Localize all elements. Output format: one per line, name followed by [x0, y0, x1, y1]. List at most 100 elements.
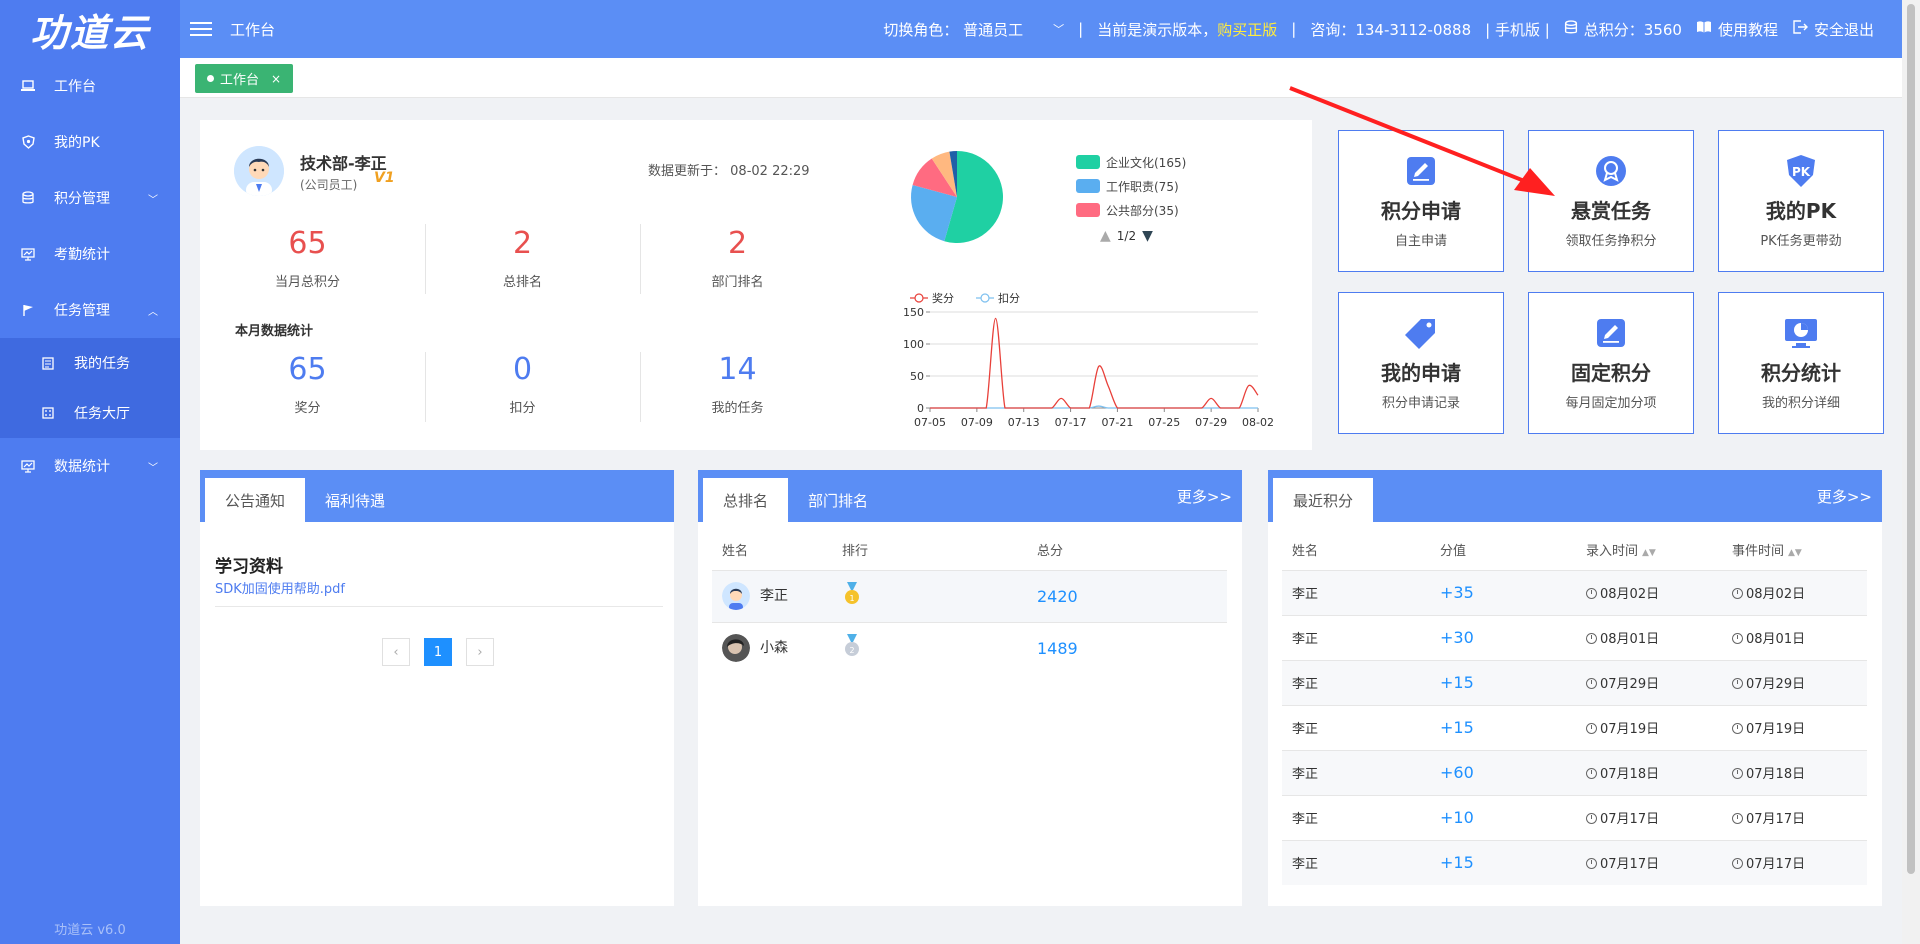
clock-icon	[1586, 858, 1597, 870]
scrollbar-thumb[interactable]	[1907, 4, 1915, 874]
update-label: 数据更新于：	[648, 164, 727, 179]
col-event-time-label: 事件时间	[1732, 544, 1785, 560]
table-row[interactable]: 李正 +15 07月29日 07月29日	[1282, 659, 1867, 705]
next-page-button[interactable]: ›	[466, 638, 494, 666]
event-date: 08月02日	[1746, 587, 1806, 602]
ranking-more-link[interactable]: 更多>>	[1177, 486, 1232, 507]
col-event-time[interactable]: 事件时间 ▲▼	[1722, 530, 1867, 570]
recent-name: 李正	[1282, 749, 1430, 795]
sidebar-item-task-hall[interactable]: 任务大厅	[0, 388, 180, 438]
svg-text:1: 1	[849, 594, 854, 603]
col-entry-time-label: 录入时间	[1586, 544, 1639, 560]
month-stats-label: 本月数据统计	[235, 324, 314, 339]
col-score: 总分	[1037, 544, 1064, 560]
legend-item[interactable]: 企业文化(165)	[1076, 150, 1186, 174]
quick-points-stats[interactable]: 积分统计 我的积分详细	[1718, 292, 1884, 434]
recent-table-body: 李正 +35 08月02日 08月02日 李正 +30 08月01日 08月01日 李正 +15 0…	[1282, 569, 1867, 885]
prev-page-button[interactable]: ‹	[382, 638, 410, 666]
stat-value: 2	[512, 226, 533, 261]
logout-text: 安全退出	[1813, 20, 1874, 39]
notice-title[interactable]: 学习资料	[215, 552, 283, 577]
demo-notice: 当前是演示版本，购买正版	[1097, 19, 1277, 40]
database-icon	[20, 190, 36, 206]
legend-page-number: 1/2	[1116, 229, 1137, 243]
sidebar-item-points[interactable]: 积分管理 ﹀	[0, 170, 180, 226]
hamburger-menu-icon[interactable]	[190, 18, 212, 40]
legend-next-icon[interactable]: ▼	[1142, 228, 1153, 244]
sidebar-item-label: 数据统计	[54, 459, 110, 475]
pie-chart[interactable]	[892, 132, 1022, 262]
sidebar-item-data-stats[interactable]: 数据统计 ﹀	[0, 438, 180, 494]
sidebar-item-label: 任务管理	[54, 303, 110, 319]
legend-prev-icon[interactable]: ▲	[1100, 228, 1111, 244]
sidebar-item-my-tasks[interactable]: 我的任务	[0, 338, 180, 388]
table-row[interactable]: 李正 +15 07月17日 07月17日	[1282, 839, 1867, 885]
table-row[interactable]: 李正 +10 07月17日 07月17日	[1282, 794, 1867, 840]
sidebar-item-attendance[interactable]: 考勤统计	[0, 226, 180, 282]
y-tick-label-0: 0	[917, 402, 924, 415]
app-logo[interactable]: 功道云	[0, 0, 180, 58]
page-button-current[interactable]: 1	[424, 638, 452, 666]
logout-button[interactable]: 安全退出	[1792, 19, 1874, 40]
buy-link[interactable]: 购买正版	[1217, 21, 1277, 39]
recent-value: +15	[1430, 704, 1576, 750]
legend-item[interactable]: 公共部分(35)	[1076, 198, 1186, 222]
table-row[interactable]: 李正 +35 08月02日 08月02日	[1282, 569, 1867, 615]
quick-my-pk[interactable]: PK 我的PK PK任务更带劲	[1718, 130, 1884, 272]
quick-fixed-points[interactable]: 固定积分 每月固定加分项	[1528, 292, 1694, 434]
topbar-right: 切换角色： 普通员工 ﹀ | 当前是演示版本，购买正版 | 咨询：134-311…	[883, 19, 1874, 40]
table-row[interactable]: 李正 1 2420	[712, 569, 1227, 622]
ranking-tabs: 总排名 部门排名 更多>>	[698, 470, 1242, 522]
separator: |	[1291, 20, 1297, 38]
stat-label: 总排名	[502, 275, 542, 290]
recent-value: +30	[1430, 614, 1576, 660]
sidebar-item-workbench[interactable]: 工作台	[0, 58, 180, 114]
tutorial-link[interactable]: 使用教程	[1696, 19, 1778, 40]
stat-label: 我的任务	[711, 401, 764, 416]
quick-my-applications[interactable]: 我的申请 积分申请记录	[1338, 292, 1504, 434]
profile-card: 技术部-李正 (公司员工) V1 数据更新于： 08-02 22:29 65 当…	[200, 120, 1312, 450]
divider	[640, 352, 641, 422]
tab-total-rank[interactable]: 总排名	[703, 478, 789, 522]
tab-dept-rank[interactable]: 部门排名	[788, 478, 888, 522]
legend-swatch	[1076, 179, 1100, 193]
sidebar-item-tasks[interactable]: 任务管理 ︿	[0, 282, 180, 338]
tab-announcement[interactable]: 公告通知	[205, 478, 306, 522]
notice-attachment-link[interactable]: SDK加固使用帮助.pdf	[215, 578, 345, 597]
legend-item[interactable]: 工作职责(75)	[1076, 174, 1186, 198]
recent-name: 李正	[1282, 659, 1430, 705]
tabs-bar: 工作台 ×	[180, 58, 1902, 98]
chevron-down-icon: ﹀	[148, 194, 158, 206]
sort-icon[interactable]: ▲▼	[1642, 548, 1656, 558]
tab-welfare[interactable]: 福利待遇	[305, 478, 405, 522]
clock-icon	[1732, 768, 1743, 779]
tab-recent-points[interactable]: 最近积分	[1273, 478, 1374, 522]
data-update-time: 数据更新于： 08-02 22:29	[648, 160, 810, 179]
entry-date: 07月17日	[1600, 812, 1660, 827]
tab-workbench[interactable]: 工作台 ×	[195, 64, 294, 93]
clock-icon	[1586, 768, 1597, 779]
recent-event-time: 07月29日	[1722, 659, 1867, 705]
series-line-0[interactable]	[930, 317, 1259, 409]
sidebar-item-my-pk[interactable]: 我的PK	[0, 114, 180, 170]
role-select[interactable]: 切换角色： 普通员工 ﹀	[883, 19, 1064, 40]
recent-entry-time: 07月18日	[1576, 749, 1722, 795]
user-role: (公司员工)	[300, 178, 358, 192]
close-icon[interactable]: ×	[271, 72, 281, 86]
col-entry-time[interactable]: 录入时间 ▲▼	[1576, 530, 1722, 570]
page-scrollbar[interactable]	[1902, 0, 1920, 944]
mobile-link[interactable]: | 手机版 |	[1485, 19, 1550, 40]
recent-name: 李正	[1282, 839, 1430, 885]
recent-more-link[interactable]: 更多>>	[1817, 486, 1872, 507]
table-row[interactable]: 李正 +30 08月01日 08月01日	[1282, 614, 1867, 660]
avatar[interactable]	[234, 146, 284, 196]
sort-icon[interactable]: ▲▼	[1788, 548, 1802, 558]
stat-label: 部门排名	[711, 275, 764, 290]
table-row[interactable]: 李正 +60 07月18日 07月18日	[1282, 749, 1867, 795]
line-chart[interactable]: 奖分 扣分 0 50 100 150 07-05 07-09 07-13 07-17 07-21 07…	[860, 290, 1300, 450]
y-tick-label-1: 50	[910, 370, 924, 383]
table-row[interactable]: 小森 2 1489	[712, 621, 1227, 674]
table-row[interactable]: 李正 +15 07月19日 07月19日	[1282, 704, 1867, 750]
total-points[interactable]: 总积分：3560	[1564, 19, 1682, 40]
role-label: 切换角色：	[883, 20, 959, 39]
